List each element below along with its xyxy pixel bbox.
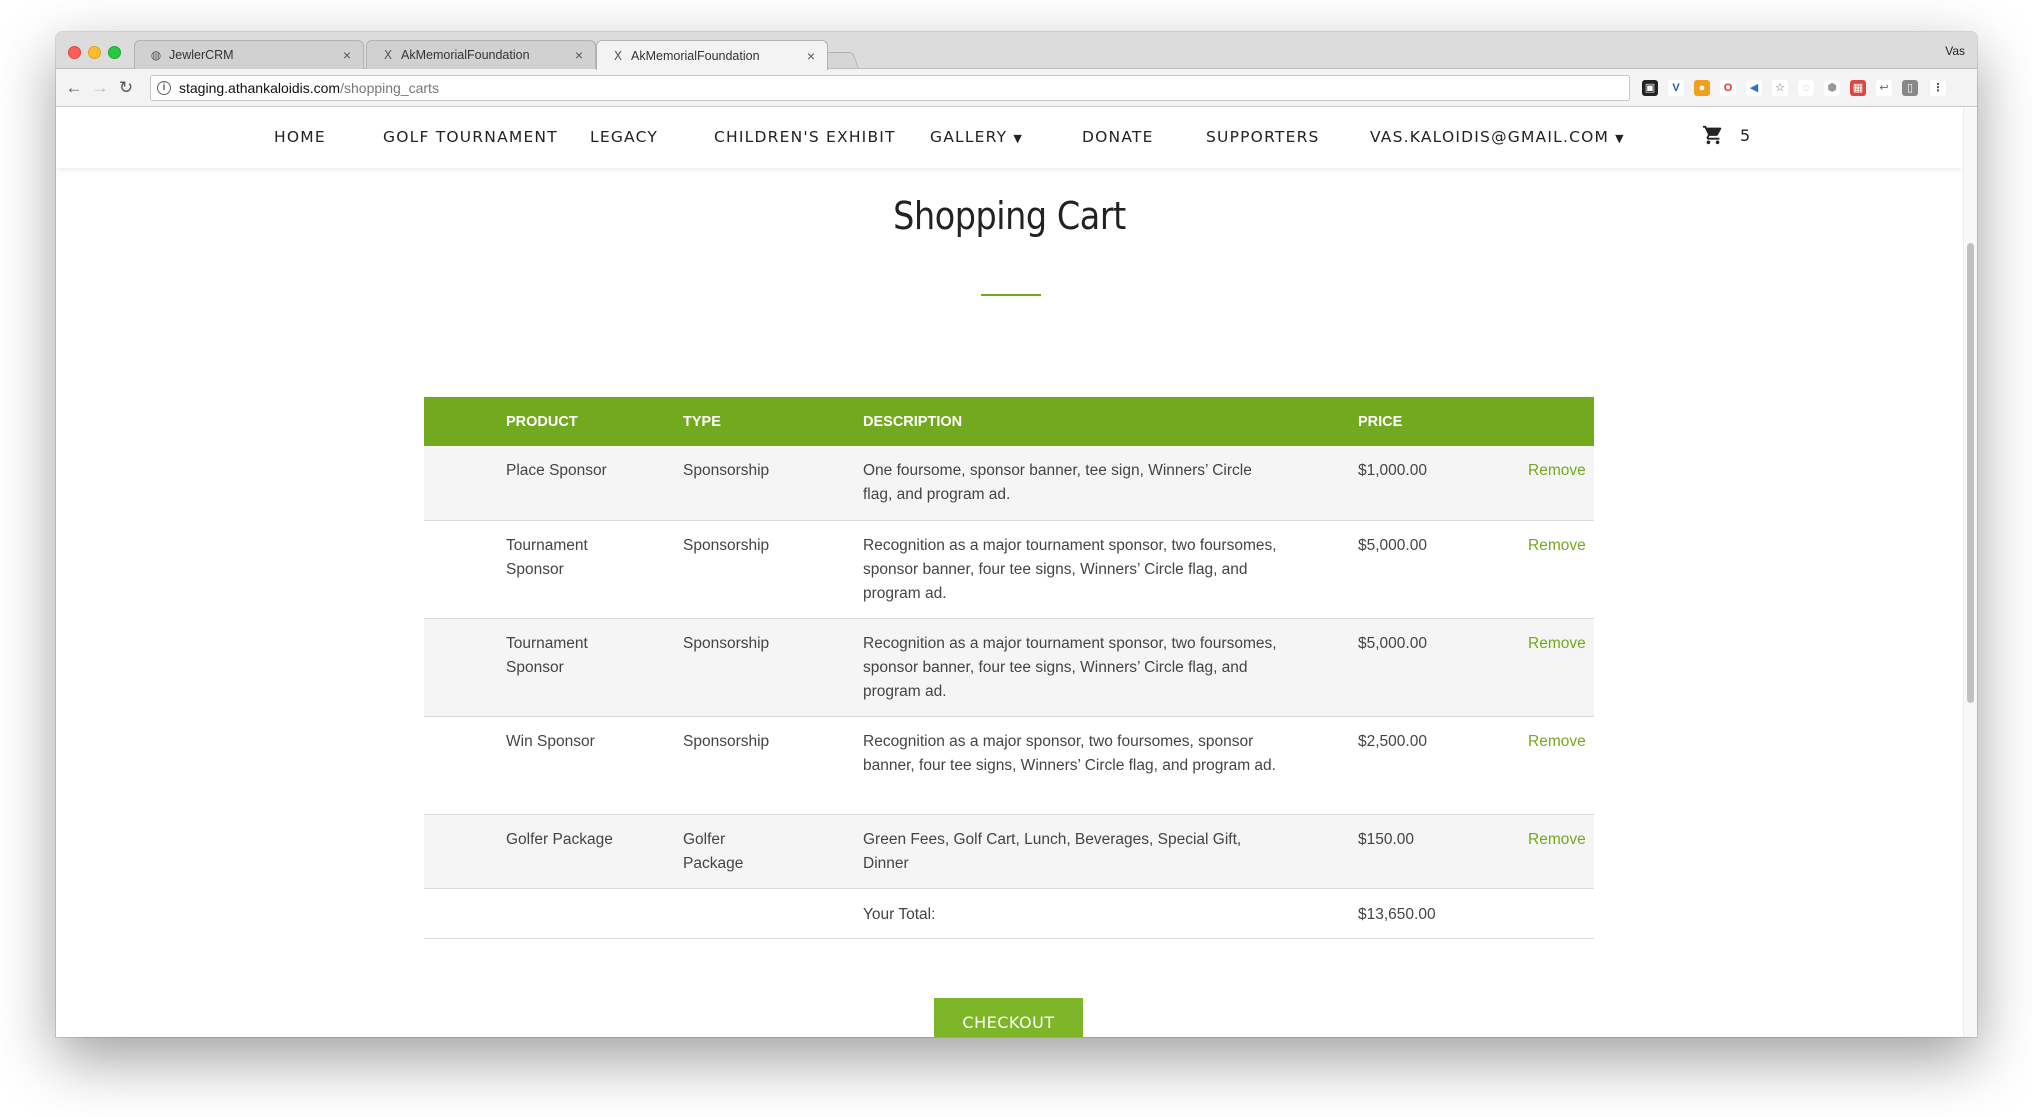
table-row: Place Sponsor Sponsorship One foursome, … [424,446,1594,521]
zoom-window-button[interactable] [108,46,121,59]
table-row: Golfer Package Golfer Package Green Fees… [424,814,1594,889]
url-host: staging.athankaloidis.com [179,80,341,96]
product-price: $5,000.00 [1358,520,1528,619]
page-viewport: HOME GOLF TOURNAMENT LEGACY CHILDREN'S E… [56,108,1977,1037]
total-row: Your Total: $13,650.00 [424,888,1594,939]
nav-item-childrens-exhibit[interactable]: CHILDREN'S EXHIBIT [714,128,896,146]
megaphone-icon[interactable]: ◀ [1746,80,1762,96]
checkout-button[interactable]: CHECKOUT [934,998,1083,1037]
table-row: Tournament Sponsor Sponsorship Recogniti… [424,520,1594,619]
remove-button[interactable]: Remove [1528,537,1586,554]
info-icon[interactable]: i [157,81,171,95]
cart-link[interactable]: 5 [1702,124,1750,146]
table-header-row: PRODUCT TYPE DESCRIPTION PRICE [424,397,1594,446]
product-name: Golfer Package [506,814,683,889]
remove-button[interactable]: Remove [1528,733,1586,750]
product-description: Recognition as a major sponsor, two four… [863,716,1358,815]
product-price: $1,000.00 [1358,446,1528,521]
back-arrow-icon[interactable]: ← [64,78,84,98]
nav-item-donate[interactable]: DONATE [1082,128,1154,146]
product-type: Sponsorship [683,618,863,717]
golf-clubs-icon: Ⅹ [383,48,393,62]
product-name: Tournament Sponsor [506,520,683,619]
site-navigation: HOME GOLF TOURNAMENT LEGACY CHILDREN'S E… [56,108,1963,168]
extension-icon[interactable]: ◌ [1798,80,1814,96]
product-description: Green Fees, Golf Cart, Lunch, Beverages,… [863,814,1358,889]
table-row: Win Sponsor Sponsorship Recognition as a… [424,716,1594,815]
browser-tab[interactable]: ◍ JewlerCRM × [134,40,364,69]
minimize-window-button[interactable] [88,46,101,59]
extension-icon[interactable]: V [1668,80,1684,96]
scrollbar-thumb[interactable] [1967,243,1974,703]
product-type: Sponsorship [683,446,863,521]
reply-icon[interactable]: ↩ [1876,80,1892,96]
nav-item-account[interactable]: VAS.KALOIDIS@GMAIL.COM ▼ [1370,128,1625,146]
table-row: Tournament Sponsor Sponsorship Recogniti… [424,618,1594,717]
product-type: Sponsorship [683,520,863,619]
chevron-down-icon: ▼ [1615,132,1625,145]
nav-item-home[interactable]: HOME [274,128,326,146]
nav-item-gallery[interactable]: GALLERY ▼ [930,128,1023,146]
browser-tab-active[interactable]: Ⅹ AkMemorialFoundation × [596,40,828,70]
cart-table: PRODUCT TYPE DESCRIPTION PRICE Place Spo… [424,397,1594,939]
tab-close-icon[interactable]: × [343,47,351,63]
forward-arrow-icon[interactable]: → [90,78,110,98]
product-name: Tournament Sponsor [506,618,683,717]
product-price: $5,000.00 [1358,618,1528,717]
product-name: Place Sponsor [506,446,683,521]
extension-icon[interactable]: ▯ [1902,80,1918,96]
product-description: Recognition as a major tournament sponso… [863,618,1358,717]
opera-icon[interactable]: O [1720,80,1736,96]
extension-icon[interactable]: ⬢ [1824,80,1840,96]
profile-name[interactable]: Vas [1945,44,1965,58]
chevron-down-icon: ▼ [1013,132,1023,145]
golf-clubs-icon: Ⅹ [613,48,623,63]
product-name: Win Sponsor [506,716,683,815]
calendar-icon[interactable]: ▦ [1850,80,1866,96]
nav-item-golf-tournament[interactable]: GOLF TOURNAMENT [383,128,558,146]
header-price: PRICE [1358,413,1403,430]
header-description: DESCRIPTION [863,413,963,430]
total-label: Your Total: [863,888,1358,939]
product-price: $150.00 [1358,814,1528,889]
header-product: PRODUCT [506,413,578,430]
page-title: Shopping Cart [893,194,1126,238]
product-description: Recognition as a major tournament sponso… [863,520,1358,619]
tab-strip: ◍ JewlerCRM × Ⅹ AkMemorialFoundation × Ⅹ… [56,32,1977,70]
url-path: /shopping_carts [340,80,439,96]
reload-icon[interactable]: ↻ [116,78,136,98]
browser-tab[interactable]: Ⅹ AkMemorialFoundation × [366,40,596,69]
bookmark-star-icon[interactable]: ☆ [1772,80,1788,96]
tab-close-icon[interactable]: × [575,47,583,63]
close-window-button[interactable] [68,46,81,59]
extension-icon[interactable]: ▣ [1642,80,1658,96]
menu-icon[interactable]: ⋮ [1930,80,1946,96]
page-scrollbar[interactable] [1963,108,1977,1037]
nav-item-supporters[interactable]: SUPPORTERS [1206,128,1320,146]
globe-icon: ◍ [150,48,162,62]
extension-icon[interactable]: ● [1694,80,1710,96]
remove-button[interactable]: Remove [1528,635,1586,652]
tab-close-icon[interactable]: × [807,48,815,64]
product-description: One foursome, sponsor banner, tee sign, … [863,446,1358,521]
browser-toolbar: ← → ↻ i staging.athankaloidis.com/shoppi… [56,69,1977,107]
product-type: Sponsorship [683,716,863,815]
product-price: $2,500.00 [1358,716,1528,815]
nav-item-legacy[interactable]: LEGACY [590,128,658,146]
cart-count: 5 [1740,125,1751,145]
total-value: $13,650.00 [1358,888,1528,939]
remove-button[interactable]: Remove [1528,831,1586,848]
browser-window: ◍ JewlerCRM × Ⅹ AkMemorialFoundation × Ⅹ… [56,32,1977,1037]
header-type: TYPE [683,413,721,430]
shopping-cart-icon [1702,125,1722,145]
remove-button[interactable]: Remove [1528,462,1586,479]
title-divider [981,294,1041,296]
address-bar[interactable]: i staging.athankaloidis.com/shopping_car… [150,75,1630,101]
product-type: Golfer Package [683,814,863,889]
